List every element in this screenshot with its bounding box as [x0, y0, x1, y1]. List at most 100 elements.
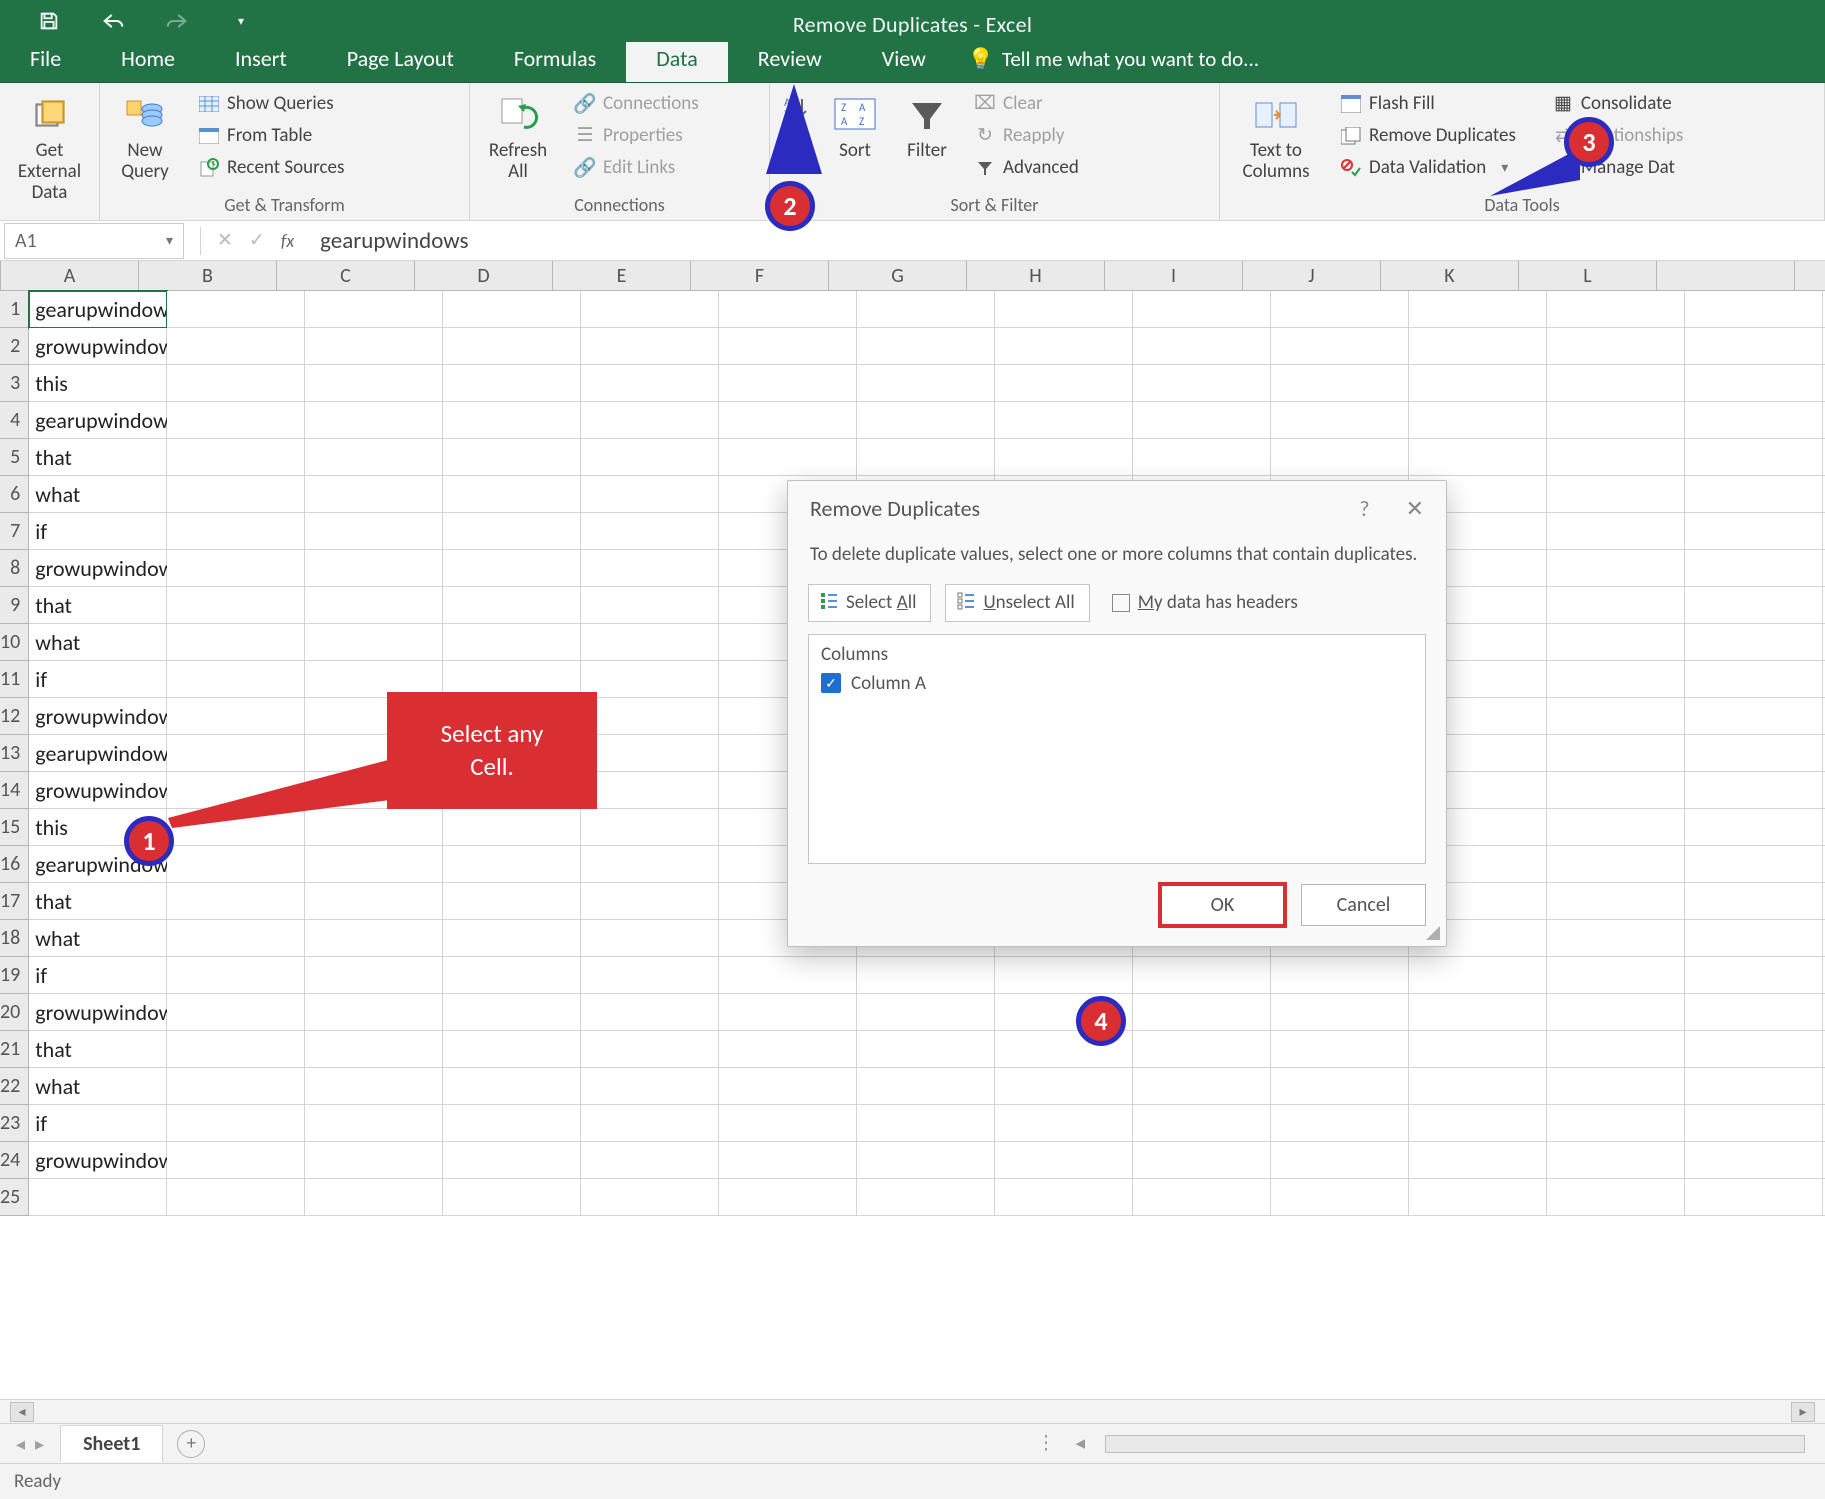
new-query-button[interactable]: New Query — [106, 87, 184, 189]
row-header[interactable]: 18 — [0, 920, 29, 957]
cell[interactable] — [1271, 1068, 1409, 1105]
cell[interactable] — [857, 1105, 995, 1142]
cell[interactable] — [305, 402, 443, 439]
row-header[interactable]: 4 — [0, 402, 29, 439]
cell[interactable] — [443, 1105, 581, 1142]
cell[interactable] — [1547, 365, 1685, 402]
row-header[interactable]: 3 — [0, 365, 29, 402]
cell[interactable] — [581, 550, 719, 587]
cell[interactable] — [1547, 402, 1685, 439]
cell[interactable] — [995, 1142, 1133, 1179]
cell[interactable] — [581, 1068, 719, 1105]
row-header[interactable]: 17 — [0, 883, 29, 920]
column-header[interactable]: A — [1, 261, 139, 290]
accept-formula-icon[interactable]: ✓ — [249, 229, 265, 252]
cell[interactable] — [29, 1179, 167, 1216]
cell[interactable] — [581, 1105, 719, 1142]
cell[interactable] — [581, 920, 719, 957]
clear-filter-button[interactable]: ⌧Clear — [966, 90, 1087, 117]
consolidate-button[interactable]: ▦Consolidate — [1544, 90, 1691, 117]
cancel-formula-icon[interactable]: ✕ — [217, 229, 233, 252]
cell[interactable] — [305, 1179, 443, 1216]
cell[interactable] — [581, 513, 719, 550]
sort-button[interactable]: ZAAZ Sort — [822, 87, 888, 168]
cell[interactable] — [581, 1179, 719, 1216]
cell[interactable] — [305, 476, 443, 513]
cell[interactable] — [1685, 328, 1823, 365]
cell[interactable] — [167, 439, 305, 476]
cell[interactable] — [995, 402, 1133, 439]
cell[interactable] — [581, 328, 719, 365]
edit-links-button[interactable]: 🔗Edit Links — [566, 154, 707, 181]
row-header[interactable]: 7 — [0, 513, 29, 550]
cell[interactable]: that — [29, 883, 167, 920]
cell[interactable] — [857, 291, 995, 328]
cell[interactable] — [581, 957, 719, 994]
cell[interactable]: if — [29, 661, 167, 698]
row-header[interactable]: 13 — [0, 735, 29, 772]
scroll-left-icon[interactable]: ◂ — [10, 1402, 34, 1422]
row-header[interactable]: 10 — [0, 624, 29, 661]
connections-button[interactable]: 🔗Connections — [566, 90, 707, 117]
cell[interactable] — [1271, 402, 1409, 439]
column-header[interactable]: F — [691, 261, 829, 290]
row-header[interactable]: 22 — [0, 1068, 29, 1105]
horizontal-scrollbar[interactable]: ◂ ▸ — [0, 1399, 1825, 1423]
cell[interactable] — [719, 291, 857, 328]
cell[interactable]: gearupwindows — [29, 402, 167, 439]
cell[interactable] — [581, 772, 719, 809]
cell[interactable] — [1547, 1105, 1685, 1142]
column-header[interactable]: C — [277, 261, 415, 290]
cell[interactable] — [1685, 809, 1823, 846]
tab-scroll-left-icon[interactable]: ◂ — [1075, 1432, 1085, 1455]
cell[interactable]: this — [29, 365, 167, 402]
column-header[interactable]: L — [1519, 261, 1657, 290]
cell[interactable] — [581, 846, 719, 883]
cell[interactable] — [167, 328, 305, 365]
cell[interactable] — [581, 402, 719, 439]
cell[interactable] — [857, 1068, 995, 1105]
cell[interactable] — [305, 365, 443, 402]
cell[interactable] — [1547, 476, 1685, 513]
select-all-button[interactable]: Select All — [808, 584, 931, 622]
cell[interactable] — [443, 920, 581, 957]
cell[interactable] — [1685, 1031, 1823, 1068]
cell[interactable] — [443, 846, 581, 883]
cell[interactable] — [581, 587, 719, 624]
ok-button[interactable]: OK — [1160, 884, 1285, 926]
row-header[interactable]: 16 — [0, 846, 29, 883]
cell[interactable] — [167, 550, 305, 587]
cell[interactable] — [1547, 587, 1685, 624]
cell[interactable] — [995, 1105, 1133, 1142]
cell[interactable] — [1409, 439, 1547, 476]
cell[interactable]: what — [29, 1068, 167, 1105]
cell[interactable]: growupwindows — [29, 772, 167, 809]
cell[interactable] — [1685, 735, 1823, 772]
cell[interactable] — [443, 439, 581, 476]
tab-home[interactable]: Home — [91, 35, 205, 82]
cell[interactable] — [305, 1105, 443, 1142]
cell[interactable] — [167, 957, 305, 994]
row-header[interactable]: 15 — [0, 809, 29, 846]
cell[interactable]: growupwindows — [29, 994, 167, 1031]
refresh-all-button[interactable]: Refresh All — [476, 87, 560, 189]
tab-file[interactable]: File — [0, 35, 91, 82]
cell[interactable] — [167, 661, 305, 698]
reapply-button[interactable]: ↻Reapply — [966, 122, 1087, 149]
cell[interactable] — [1133, 1105, 1271, 1142]
cell[interactable] — [443, 365, 581, 402]
cell[interactable] — [581, 291, 719, 328]
cell[interactable] — [1685, 402, 1823, 439]
cell[interactable]: if — [29, 513, 167, 550]
tab-review[interactable]: Review — [728, 35, 852, 82]
cell[interactable] — [1547, 920, 1685, 957]
cell[interactable] — [1133, 1068, 1271, 1105]
cell[interactable] — [1271, 1105, 1409, 1142]
column-header[interactable]: D — [415, 261, 553, 290]
redo-icon[interactable] — [164, 8, 190, 34]
row-header[interactable]: 25 — [0, 1179, 29, 1216]
cell[interactable] — [1547, 735, 1685, 772]
cell[interactable]: what — [29, 476, 167, 513]
cell[interactable] — [443, 550, 581, 587]
scroll-right-icon[interactable]: ▸ — [1791, 1402, 1815, 1422]
